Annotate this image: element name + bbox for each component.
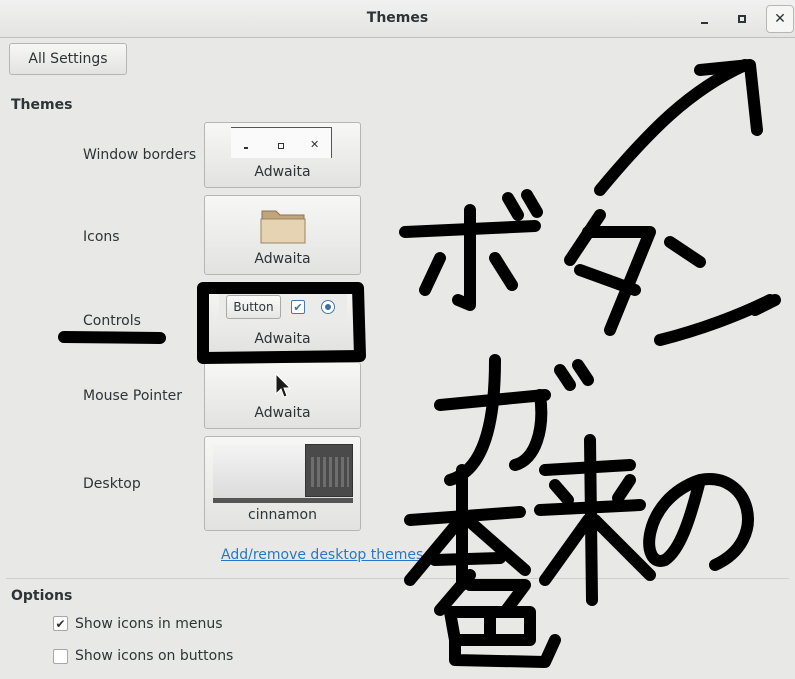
icons-theme-name: Adwaita [254, 251, 311, 267]
desktop-preview [213, 444, 353, 503]
minimize-icon [244, 147, 248, 149]
show-icons-in-menus-label[interactable]: Show icons in menus [75, 616, 223, 632]
minimize-button[interactable] [690, 5, 718, 33]
add-remove-desktop-themes-link[interactable]: Add/remove desktop themes... [221, 547, 437, 563]
pointer-arrow-icon [275, 373, 291, 398]
window-borders-theme-button[interactable]: ✕ Adwaita [204, 122, 361, 188]
title-bar: Themes ✕ [0, 0, 795, 38]
maximize-button[interactable] [728, 5, 756, 33]
close-button[interactable]: ✕ [766, 5, 794, 33]
close-icon: ✕ [774, 11, 786, 27]
checkmark-icon: ✔ [55, 616, 66, 631]
window-title: Themes [366, 10, 429, 26]
close-icon: ✕ [310, 138, 320, 151]
maximize-icon [738, 15, 746, 23]
panel-preview [213, 498, 353, 503]
window-borders-theme-name: Adwaita [254, 164, 311, 180]
window-borders-label: Window borders [83, 147, 197, 163]
controls-theme-name: Adwaita [254, 331, 311, 347]
show-icons-on-buttons-label[interactable]: Show icons on buttons [75, 648, 233, 664]
preview-checkbox: ✔ [291, 300, 305, 314]
mouse-pointer-theme-name: Adwaita [254, 405, 311, 421]
show-icons-in-menus-checkbox[interactable]: ✔ [53, 616, 68, 631]
show-icons-on-buttons-checkbox[interactable] [53, 649, 68, 664]
folder-icon [260, 210, 306, 244]
desktop-theme-name: cinnamon [248, 507, 317, 523]
icons-theme-button[interactable]: Adwaita [204, 195, 361, 275]
controls-label: Controls [83, 313, 141, 329]
preview-button: Button [226, 295, 281, 319]
calendar-applet-preview [305, 444, 353, 497]
desktop-label: Desktop [83, 476, 141, 492]
controls-preview: Button ✔ [219, 291, 347, 323]
desktop-theme-button[interactable]: cinnamon [204, 436, 361, 531]
mouse-pointer-label: Mouse Pointer [83, 388, 183, 404]
mouse-pointer-theme-button[interactable]: Adwaita [204, 362, 361, 429]
themes-heading: Themes [11, 97, 73, 113]
maximize-icon [278, 143, 284, 149]
minimize-icon [700, 22, 708, 24]
section-divider [6, 578, 789, 579]
options-heading: Options [11, 588, 73, 604]
window-borders-preview: ✕ [231, 127, 332, 158]
icons-label: Icons [83, 229, 120, 245]
preview-radio [321, 300, 335, 314]
controls-theme-button[interactable]: Button ✔ Adwaita [204, 282, 361, 355]
all-settings-button[interactable]: All Settings [9, 43, 127, 75]
all-settings-label: All Settings [28, 51, 108, 67]
